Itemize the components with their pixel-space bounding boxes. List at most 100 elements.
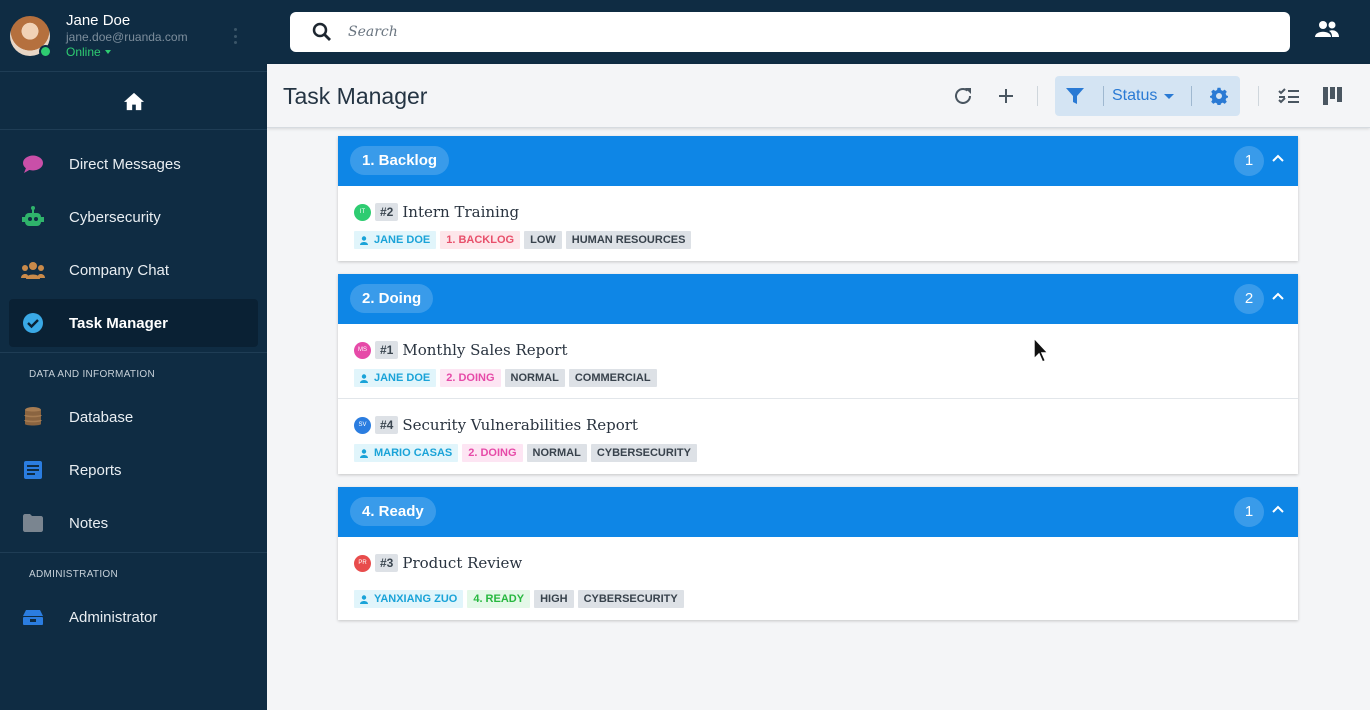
filter-toolbar: Status bbox=[1055, 76, 1240, 116]
main-nav: Direct Messages Cybersecurity Company Ch… bbox=[0, 130, 267, 347]
assignee-tag: JANE DOE bbox=[354, 369, 437, 387]
department-tag: COMMERCIAL bbox=[568, 369, 657, 387]
user-profile[interactable]: Jane Doe jane.doe@ruanda.com Online bbox=[0, 0, 267, 72]
sidebar-item-company-chat[interactable]: Company Chat bbox=[9, 246, 258, 294]
group-header[interactable]: 2. Doing 2 bbox=[338, 274, 1298, 324]
task-number: #3 bbox=[375, 554, 399, 572]
user-name: Jane Doe bbox=[66, 11, 131, 29]
database-icon bbox=[21, 405, 45, 429]
person-icon bbox=[360, 235, 368, 245]
page-title: Task Manager bbox=[283, 83, 428, 109]
group-title: 2. Doing bbox=[350, 284, 434, 313]
chevron-up-icon[interactable] bbox=[1272, 154, 1284, 162]
task-avatar: PR bbox=[354, 554, 371, 572]
task-row[interactable]: MS #1 Monthly Sales Report JANE DOE 2. D… bbox=[338, 324, 1298, 399]
assignee-name: JANE DOE bbox=[374, 234, 431, 246]
department-tag: CYBERSECURITY bbox=[590, 444, 697, 462]
avatar[interactable] bbox=[10, 15, 52, 58]
kanban-icon bbox=[1323, 87, 1342, 105]
sidebar-item-label: Company Chat bbox=[69, 261, 170, 279]
task-row[interactable]: PR #3 Product Review YANXIANG ZUO 4. REA… bbox=[338, 537, 1298, 620]
assignee-name: MARIO CASAS bbox=[374, 447, 453, 459]
contacts-button[interactable] bbox=[1315, 20, 1339, 43]
sidebar: Jane Doe jane.doe@ruanda.com Online Dire… bbox=[0, 0, 267, 710]
task-avatar: MS bbox=[354, 341, 371, 359]
search-input[interactable] bbox=[348, 24, 1248, 40]
task-row[interactable]: IT #2 Intern Training JANE DOE 1. BACKLO… bbox=[338, 186, 1298, 261]
priority-tag: NORMAL bbox=[526, 444, 587, 462]
sidebar-item-direct-messages[interactable]: Direct Messages bbox=[9, 140, 258, 188]
filter-button[interactable] bbox=[1063, 84, 1087, 108]
task-title[interactable]: Security Vulnerabilities Report bbox=[402, 416, 638, 434]
refresh-icon bbox=[955, 87, 971, 104]
task-group-doing: 2. Doing 2 MS #1 Monthly Sales Report JA… bbox=[338, 274, 1298, 474]
page-header: Task Manager Status bbox=[267, 64, 1370, 128]
department-tag: HUMAN RESOURCES bbox=[565, 231, 692, 249]
status-tag: 1. BACKLOG bbox=[440, 231, 521, 249]
refresh-button[interactable] bbox=[951, 84, 975, 108]
status-tag: 2. DOING bbox=[440, 369, 501, 387]
data-nav: Database Reports Notes bbox=[0, 393, 267, 547]
sidebar-item-task-manager[interactable]: Task Manager bbox=[9, 299, 258, 347]
status-label: Online bbox=[66, 44, 101, 59]
plus-icon bbox=[999, 89, 1013, 103]
priority-tag: NORMAL bbox=[504, 369, 565, 387]
caret-down-icon bbox=[1164, 93, 1175, 99]
add-button[interactable] bbox=[994, 84, 1018, 108]
group-count-badge: 2 bbox=[1234, 284, 1264, 314]
sidebar-item-label: Reports bbox=[69, 461, 122, 479]
person-icon bbox=[360, 448, 368, 458]
divider bbox=[1191, 86, 1192, 106]
task-group-ready: 4. Ready 1 PR #3 Product Review YANXIANG… bbox=[338, 487, 1298, 620]
home-button[interactable] bbox=[0, 72, 267, 130]
section-heading-admin: ADMINISTRATION bbox=[0, 552, 267, 588]
top-bar bbox=[267, 0, 1370, 64]
gear-icon bbox=[1210, 87, 1228, 105]
sidebar-item-reports[interactable]: Reports bbox=[9, 446, 258, 494]
task-number: #4 bbox=[375, 416, 399, 434]
document-icon bbox=[21, 458, 45, 482]
caret-down-icon bbox=[104, 50, 111, 55]
status-dropdown[interactable]: Online bbox=[66, 44, 188, 60]
priority-tag: HIGH bbox=[534, 590, 574, 608]
person-icon bbox=[360, 373, 368, 383]
assignee-name: YANXIANG ZUO bbox=[374, 593, 458, 605]
divider bbox=[1103, 86, 1104, 106]
folder-icon bbox=[21, 511, 45, 535]
chevron-up-icon[interactable] bbox=[1272, 505, 1284, 513]
assignee-tag: YANXIANG ZUO bbox=[354, 590, 464, 608]
assignee-name: JANE DOE bbox=[374, 372, 431, 384]
group-title: 1. Backlog bbox=[350, 146, 450, 175]
task-title[interactable]: Monthly Sales Report bbox=[402, 341, 567, 359]
admin-nav: Administrator bbox=[0, 593, 267, 641]
task-group-backlog: 1. Backlog 1 IT #2 Intern Training JANE … bbox=[338, 136, 1298, 261]
status-tag: 2. DOING bbox=[462, 444, 523, 462]
sidebar-item-cybersecurity[interactable]: Cybersecurity bbox=[9, 193, 258, 241]
task-row[interactable]: SV #4 Security Vulnerabilities Report MA… bbox=[338, 399, 1298, 474]
online-indicator bbox=[39, 44, 52, 58]
people-icon bbox=[1315, 21, 1339, 37]
group-header[interactable]: 4. Ready 1 bbox=[338, 487, 1298, 537]
group-count-badge: 1 bbox=[1234, 146, 1264, 176]
board-view-button[interactable] bbox=[1321, 84, 1345, 108]
assignee-tag: JANE DOE bbox=[354, 231, 437, 249]
status-dropdown-button[interactable]: Status bbox=[1112, 87, 1175, 105]
chat-bubble-icon bbox=[21, 152, 45, 176]
task-title[interactable]: Intern Training bbox=[402, 203, 519, 221]
group-title: 4. Ready bbox=[350, 497, 436, 526]
list-view-button[interactable] bbox=[1277, 84, 1301, 108]
chevron-up-icon[interactable] bbox=[1272, 292, 1284, 300]
priority-tag: LOW bbox=[524, 231, 562, 249]
task-number: #2 bbox=[375, 203, 399, 221]
task-title[interactable]: Product Review bbox=[402, 554, 522, 572]
status-tag: 4. READY bbox=[467, 590, 531, 608]
sidebar-item-notes[interactable]: Notes bbox=[9, 499, 258, 547]
settings-button[interactable] bbox=[1207, 84, 1231, 108]
sidebar-item-database[interactable]: Database bbox=[9, 393, 258, 441]
more-options-icon[interactable] bbox=[234, 28, 238, 44]
sidebar-item-administrator[interactable]: Administrator bbox=[9, 593, 258, 641]
task-avatar: SV bbox=[354, 416, 371, 434]
search-bar[interactable] bbox=[290, 12, 1290, 52]
group-header[interactable]: 1. Backlog 1 bbox=[338, 136, 1298, 186]
check-circle-icon bbox=[21, 311, 45, 335]
